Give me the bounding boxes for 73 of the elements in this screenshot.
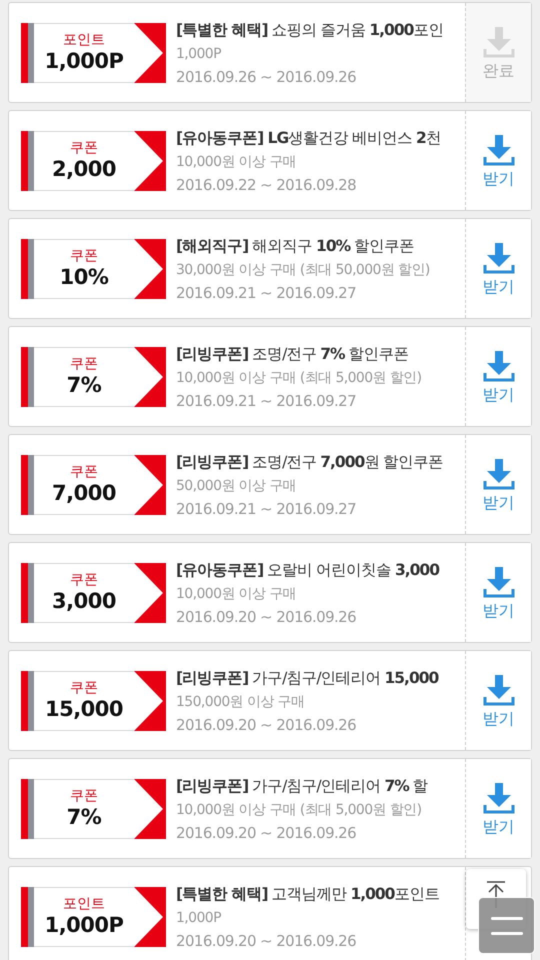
coupon-value: 7,000 xyxy=(52,480,116,506)
coupon-title: [리빙쿠폰] 조명/전구 7% 할인쿠폰 xyxy=(176,344,410,364)
coupon-value: 10% xyxy=(60,264,108,290)
coupon-period: 2016.09.20 ~ 2016.09.26 xyxy=(176,714,358,736)
coupon-type: 쿠폰 xyxy=(70,680,98,696)
ticket-edge xyxy=(21,778,34,838)
ticket-edge xyxy=(21,454,34,514)
coupon-period: 2016.09.20 ~ 2016.09.26 xyxy=(176,930,358,952)
coupon-value: 2,000 xyxy=(52,156,116,182)
ticket-notch-icon xyxy=(134,238,166,298)
download-button[interactable]: 받기 xyxy=(465,651,531,750)
coupon-condition: 10,000원 이상 구매 xyxy=(176,152,298,172)
coupon-value: 3,000 xyxy=(52,588,116,614)
ticket-edge xyxy=(21,886,34,946)
coupon-title: [리빙쿠폰] 가구/침구/인테리어 7% 할 xyxy=(176,776,428,796)
download-button[interactable]: 받기 xyxy=(465,435,531,534)
coupon-period: 2016.09.22 ~ 2016.09.28 xyxy=(176,174,358,196)
coupon-type: 쿠폰 xyxy=(70,140,98,156)
coupon-condition: 10,000원 이상 구매 (최대 5,000원 할인) xyxy=(176,800,422,820)
download-button[interactable]: 받기 xyxy=(465,759,531,858)
coupon-condition: 50,000원 이상 구매 xyxy=(176,476,298,496)
coupon-title: [리빙쿠폰] 조명/전구 7,000원 할인쿠폰 xyxy=(176,452,444,472)
coupon-type: 포인트 xyxy=(63,32,105,48)
coupon-type: 쿠폰 xyxy=(70,572,98,588)
ticket-edge xyxy=(21,562,34,622)
coupon-type: 포인트 xyxy=(63,896,105,912)
ticket-notch-icon xyxy=(134,886,166,946)
coupon-period: 2016.09.26 ~ 2016.09.26 xyxy=(176,66,358,88)
ticket-notch-icon xyxy=(134,130,166,190)
coupon-title: [유아동쿠폰] LG생활건강 베비언스 2천 xyxy=(176,128,441,148)
download-button[interactable]: 받기 xyxy=(465,219,531,318)
ticket-edge xyxy=(21,22,34,82)
ticket-notch-icon xyxy=(134,454,166,514)
coupon-period: 2016.09.21 ~ 2016.09.27 xyxy=(176,498,358,520)
coupon-condition: 150,000원 이상 구매 xyxy=(176,692,306,712)
coupon-period: 2016.09.21 ~ 2016.09.27 xyxy=(176,390,358,412)
ticket-edge xyxy=(21,238,34,298)
coupon-condition: 1,000P xyxy=(176,44,222,64)
coupon-title: [특별한 혜택] 고객님께만 1,000포인트 xyxy=(176,884,440,904)
coupon-type: 쿠폰 xyxy=(70,464,98,480)
coupon-type: 쿠폰 xyxy=(70,788,98,804)
ticket-notch-icon xyxy=(134,778,166,838)
ticket-edge xyxy=(21,670,34,730)
ticket-edge xyxy=(21,130,34,190)
menu-icon xyxy=(490,914,522,936)
ticket-notch-icon xyxy=(134,562,166,622)
download-button[interactable]: 받기 xyxy=(465,543,531,642)
coupon-title: [해외직구] 해외직구 10% 할인쿠폰 xyxy=(176,236,416,256)
coupon-title: [유아동쿠폰] 오랄비 어린이칫솔 3,000 xyxy=(176,560,439,580)
download-button[interactable]: 받기 xyxy=(465,327,531,426)
coupon-value: 7% xyxy=(66,804,102,830)
coupon-condition: 30,000원 이상 구매 (최대 50,000원 할인) xyxy=(176,260,430,280)
coupon-value: 15,000 xyxy=(44,696,124,722)
coupon-title: [특별한 혜택] 쇼핑의 즐거움 1,000포인 xyxy=(176,20,444,40)
coupon-value: 1,000P xyxy=(44,912,124,938)
coupon-condition: 10,000원 이상 구매 (최대 5,000원 할인) xyxy=(176,368,422,388)
ticket-edge xyxy=(21,346,34,406)
coupon-value: 7% xyxy=(66,372,102,398)
ticket-notch-icon xyxy=(134,670,166,730)
ticket-notch-icon xyxy=(134,22,166,82)
coupon-period: 2016.09.20 ~ 2016.09.26 xyxy=(176,606,358,628)
complete-button[interactable]: 완료 xyxy=(465,3,531,102)
coupon-condition: 1,000P xyxy=(176,908,222,928)
coupon-title: [리빙쿠폰] 가구/침구/인테리어 15,000 xyxy=(176,668,438,688)
coupon-value: 1,000P xyxy=(44,48,124,74)
coupon-condition: 10,000원 이상 구매 xyxy=(176,584,298,604)
coupon-type: 쿠폰 xyxy=(70,356,98,372)
coupon-period: 2016.09.21 ~ 2016.09.27 xyxy=(176,282,358,304)
download-button[interactable]: 받기 xyxy=(465,111,531,210)
ticket-notch-icon xyxy=(134,346,166,406)
coupon-period: 2016.09.20 ~ 2016.09.26 xyxy=(176,822,358,844)
menu-button[interactable] xyxy=(478,897,535,954)
coupon-type: 쿠폰 xyxy=(70,248,98,264)
